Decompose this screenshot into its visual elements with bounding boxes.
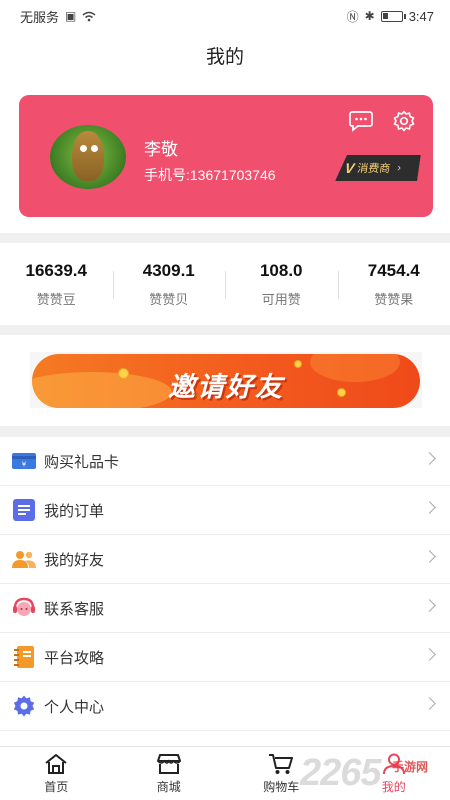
nav-home[interactable]: 首页 xyxy=(0,747,113,800)
bluetooth-icon: ✱ xyxy=(364,9,375,23)
menu-list: ¥ 购买礼品卡 我的订单 我的好友 联系客服 平台攻略 个人中心 xyxy=(0,437,450,731)
section-divider xyxy=(0,426,450,437)
chevron-right-icon xyxy=(423,599,436,612)
order-list-icon xyxy=(12,498,36,522)
store-icon xyxy=(156,753,181,774)
vip-letter: V xyxy=(343,160,356,176)
stat-label: 赞赞果 xyxy=(374,291,414,307)
page-title: 我的 xyxy=(205,47,244,68)
stat-item[interactable]: 7454.4 赞赞果 xyxy=(337,243,450,325)
menu-item-buy-gift-card[interactable]: ¥ 购买礼品卡 xyxy=(0,437,450,486)
vip-badge[interactable]: V 消费商 › xyxy=(335,155,421,181)
bottom-nav: 首页 商城 购物车 我的 xyxy=(0,746,450,800)
nav-label: 我的 xyxy=(381,779,406,794)
stat-label: 赞赞贝 xyxy=(149,291,189,307)
user-phone: 手机号:13671703746 xyxy=(144,167,276,183)
wifi-icon xyxy=(82,11,96,21)
stat-value: 108.0 xyxy=(259,260,303,280)
menu-label: 个人中心 xyxy=(44,698,105,716)
menu-item-personal-center[interactable]: 个人中心 xyxy=(0,682,450,731)
chevron-right-icon xyxy=(423,697,436,710)
stat-value: 16639.4 xyxy=(25,260,87,280)
invite-banner[interactable]: 邀请好友 xyxy=(30,352,422,408)
settings-icon[interactable] xyxy=(391,108,417,134)
sim-icon: ▣ xyxy=(65,9,77,23)
menu-item-contact-support[interactable]: 联系客服 xyxy=(0,584,450,633)
section-divider xyxy=(0,325,450,335)
stat-label: 赞赞豆 xyxy=(36,291,76,307)
chevron-right-icon xyxy=(423,501,436,514)
settings-gear-icon xyxy=(12,694,36,718)
chevron-right-icon xyxy=(423,452,436,465)
stats-row: 16639.4 赞赞豆 4309.1 赞赞贝 108.0 可用赞 7454.4 … xyxy=(0,243,450,325)
home-icon xyxy=(45,753,67,774)
menu-label: 联系客服 xyxy=(44,600,105,618)
nav-label: 首页 xyxy=(44,779,69,794)
avatar[interactable] xyxy=(50,125,126,189)
chevron-right-icon: › xyxy=(396,162,402,174)
battery-icon xyxy=(380,10,406,22)
menu-label: 购买礼品卡 xyxy=(44,453,120,471)
menu-item-my-orders[interactable]: 我的订单 xyxy=(0,486,450,535)
menu-label: 我的订单 xyxy=(44,502,105,520)
profile-card: 李敬 手机号:13671703746 V 消费商 › xyxy=(19,95,433,217)
user-name: 李敬 xyxy=(144,140,178,159)
watermark-sub: 手游网 xyxy=(392,760,429,774)
vip-label: 消费商 xyxy=(356,163,392,175)
svg-text:¥: ¥ xyxy=(22,461,27,469)
section-divider xyxy=(0,233,450,243)
banner-title: 邀请好友 xyxy=(168,372,284,402)
menu-label: 我的好友 xyxy=(44,551,105,569)
stat-label: 可用赞 xyxy=(261,291,301,307)
clock: 3:47 xyxy=(408,8,434,24)
status-bar: 无服务 ▣ Ⓝ ✱ 3:47 xyxy=(0,0,450,32)
guide-book-icon xyxy=(12,645,36,669)
stat-item[interactable]: 16639.4 赞赞豆 xyxy=(0,243,113,325)
watermark: 2265 xyxy=(300,752,382,794)
carrier-label: 无服务 xyxy=(20,9,60,25)
nav-label: 购物车 xyxy=(263,779,300,794)
customer-service-icon xyxy=(12,596,36,620)
nfc-icon: Ⓝ xyxy=(346,9,359,24)
message-icon[interactable] xyxy=(348,108,374,134)
menu-item-my-friends[interactable]: 我的好友 xyxy=(0,535,450,584)
stat-item[interactable]: 4309.1 赞赞贝 xyxy=(112,243,226,325)
chevron-right-icon xyxy=(423,648,436,661)
cart-icon xyxy=(269,753,294,774)
friends-icon xyxy=(12,547,36,571)
nav-label: 商城 xyxy=(156,779,181,794)
stat-value: 4309.1 xyxy=(142,260,195,280)
stat-item[interactable]: 108.0 可用赞 xyxy=(225,243,338,325)
stat-value: 7454.4 xyxy=(367,260,420,280)
menu-label: 平台攻略 xyxy=(44,649,105,667)
menu-item-platform-guide[interactable]: 平台攻略 xyxy=(0,633,450,682)
gift-card-icon: ¥ xyxy=(12,449,36,473)
chevron-right-icon xyxy=(423,550,436,563)
nav-store[interactable]: 商城 xyxy=(113,747,226,800)
